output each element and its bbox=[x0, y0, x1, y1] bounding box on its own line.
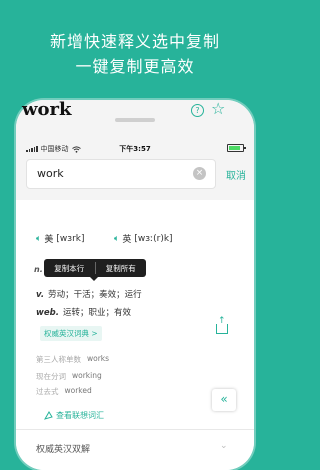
search-input[interactable]: work bbox=[26, 159, 216, 189]
help-icon[interactable]: ? bbox=[191, 104, 204, 117]
assoc-label: 查看联想词汇 bbox=[56, 411, 104, 420]
share-icon[interactable] bbox=[216, 324, 228, 334]
chevron-down-icon: ⌄ bbox=[220, 441, 228, 451]
form-value[interactable]: working bbox=[72, 371, 102, 382]
form-value[interactable]: worked bbox=[65, 386, 92, 397]
tooltip-arrow bbox=[90, 277, 98, 281]
headword: work bbox=[22, 99, 72, 120]
status-right bbox=[227, 144, 246, 152]
word-form-row: 过去式 worked bbox=[36, 386, 92, 397]
pos-verb: v. bbox=[36, 290, 45, 300]
view-associated-words-link[interactable]: 查看联想词汇 bbox=[44, 410, 104, 421]
pronunciation-uk[interactable]: 🔈︎ 英 [wɜː(r)k] bbox=[114, 232, 173, 246]
authority-dict-link[interactable]: 权威英汉词典 > bbox=[40, 326, 102, 341]
word-form-row: 现在分词 working bbox=[36, 371, 102, 382]
definition-web[interactable]: web. 运转；职业；有效 bbox=[36, 306, 131, 318]
definition-verb-text: 劳动；干活；奏效；运行 bbox=[48, 290, 142, 300]
search-bar: work × 取消 bbox=[16, 156, 254, 192]
speaker-icon: 🔈︎ bbox=[114, 233, 120, 244]
headline-line-2: 一键复制更高效 bbox=[75, 57, 195, 76]
copy-all-button[interactable]: 复制所有 bbox=[96, 263, 147, 274]
uk-ipa: [wɜː(r)k] bbox=[134, 233, 173, 244]
clear-icon[interactable]: × bbox=[193, 167, 206, 180]
copy-line-button[interactable]: 复制本行 bbox=[44, 263, 95, 274]
uk-label: 英 bbox=[122, 235, 132, 245]
section-divider bbox=[16, 429, 254, 430]
pos-noun: n. bbox=[34, 265, 43, 274]
form-label: 过去式 bbox=[36, 387, 59, 396]
collapse-icon[interactable]: « bbox=[212, 389, 236, 411]
word-form-row: 第三人称单数 works bbox=[36, 354, 109, 365]
form-label: 第三人称单数 bbox=[36, 355, 81, 364]
pronunciation-us[interactable]: 🔈︎ 美 [wɜrk] bbox=[36, 232, 85, 246]
us-ipa: [wɜrk] bbox=[56, 233, 85, 244]
form-label: 现在分词 bbox=[36, 372, 66, 381]
form-value[interactable]: works bbox=[87, 354, 109, 365]
copy-tooltip: 复制本行 复制所有 bbox=[44, 259, 146, 277]
assoc-icon bbox=[44, 411, 53, 420]
speaker-icon: 🔈︎ bbox=[36, 233, 42, 244]
pos-web: web. bbox=[36, 308, 59, 318]
status-time: 下午3:57 bbox=[119, 145, 151, 153]
definition-verb[interactable]: v. 劳动；干活；奏效；运行 bbox=[36, 288, 142, 300]
headline-line-1: 新增快速释义选中复制 bbox=[49, 32, 220, 51]
star-icon[interactable]: ☆ bbox=[211, 99, 225, 118]
definition-web-text: 运转；职业；有效 bbox=[62, 308, 131, 318]
section-title[interactable]: 权威英汉双解 bbox=[36, 442, 90, 455]
phone-speaker bbox=[115, 118, 155, 122]
cancel-button[interactable]: 取消 bbox=[226, 167, 246, 182]
us-label: 美 bbox=[44, 235, 54, 245]
battery-icon bbox=[227, 144, 246, 152]
